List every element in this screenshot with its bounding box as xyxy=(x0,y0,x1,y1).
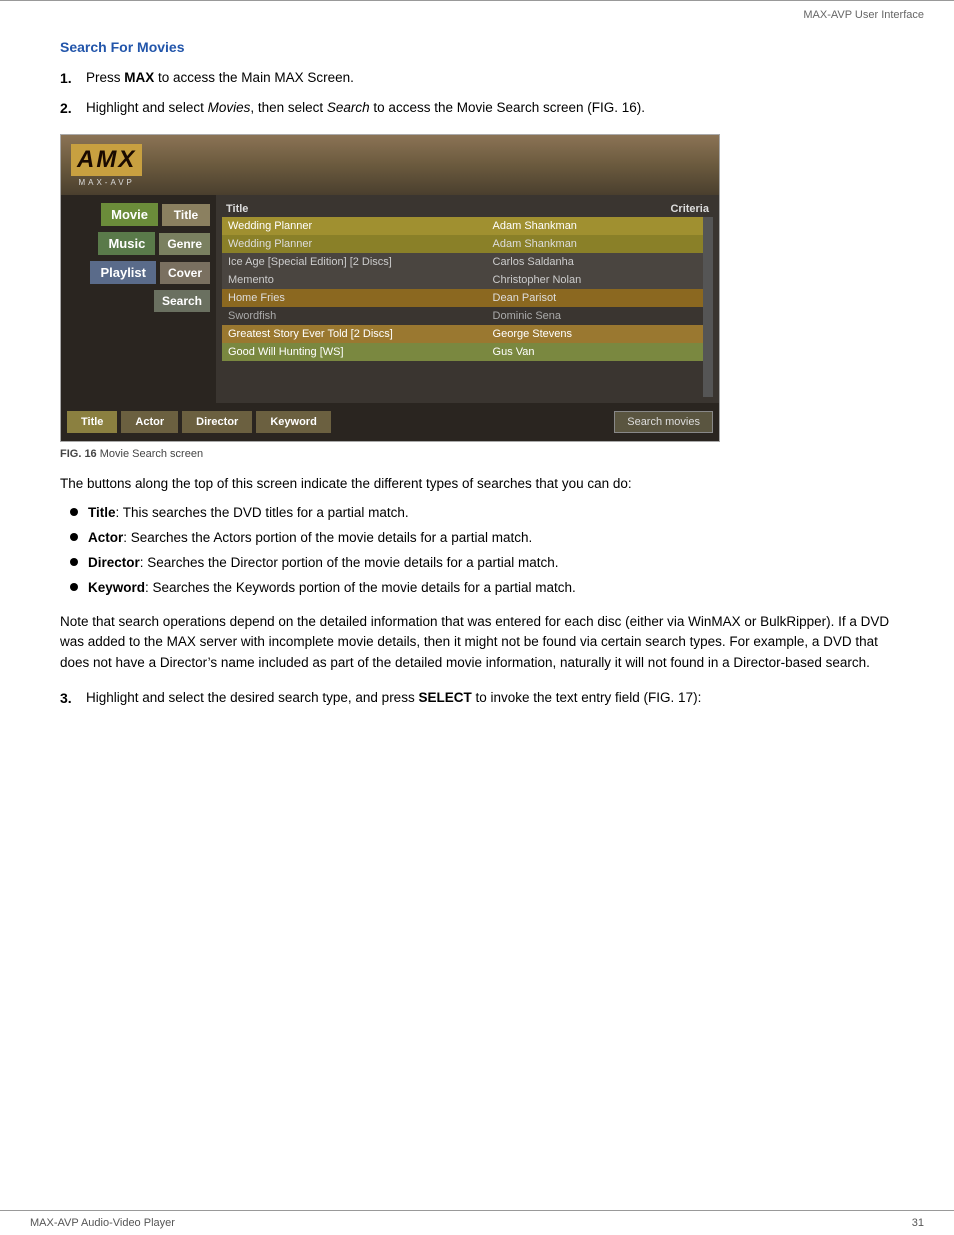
main-content: Search For Movies 1. Press MAX to access… xyxy=(0,29,954,744)
ui-body: Movie Title Music Genre Playlist Cover S… xyxy=(61,195,719,403)
search-button[interactable]: Search xyxy=(154,290,210,312)
keyword-search-btn[interactable]: Keyword xyxy=(256,411,330,433)
page-footer: MAX-AVP Audio-Video Player 31 xyxy=(0,1210,954,1235)
amx-logo-text: AMX xyxy=(71,144,142,176)
bullet-text: Director: Searches the Director portion … xyxy=(88,554,558,573)
step-3-content: Highlight and select the desired search … xyxy=(86,689,894,709)
step-2: 2. Highlight and select Movies, then sel… xyxy=(60,99,894,119)
bottom-buttons: Title Actor Director Keyword Search movi… xyxy=(61,403,719,441)
fig-label: FIG. 16 xyxy=(60,448,97,460)
step-1-after: to access the Main MAX Screen. xyxy=(154,70,354,85)
table-row[interactable]: Greatest Story Ever Told [2 Discs] Georg… xyxy=(222,325,703,343)
bullet-dot xyxy=(70,508,78,516)
bullet-text: Title: This searches the DVD titles for … xyxy=(88,504,409,523)
screenshot: AMX MAX-AVP Movie Title Music Genre Play… xyxy=(60,134,720,442)
director-search-btn[interactable]: Director xyxy=(182,411,252,433)
actor-search-btn[interactable]: Actor xyxy=(121,411,178,433)
bullet-dot xyxy=(70,533,78,541)
title-button[interactable]: Title xyxy=(162,204,210,226)
footer-right: 31 xyxy=(912,1217,924,1229)
left-sidebar: Movie Title Music Genre Playlist Cover S… xyxy=(61,195,216,403)
step-1-bold: MAX xyxy=(124,70,154,85)
amx-logo-wrapper: AMX MAX-AVP xyxy=(71,144,142,187)
movie-table: Wedding Planner Adam Shankman Wedding Pl… xyxy=(222,217,703,361)
movie-row: Movie Title xyxy=(67,203,210,226)
bullet-item: Director: Searches the Director portion … xyxy=(70,554,894,573)
table-row[interactable]: Wedding Planner Adam Shankman xyxy=(222,235,703,253)
footer-left: MAX-AVP Audio-Video Player xyxy=(30,1217,175,1229)
music-row: Music Genre xyxy=(67,232,210,255)
steps-list: 1. Press MAX to access the Main MAX Scre… xyxy=(60,69,894,118)
amx-header: AMX MAX-AVP xyxy=(61,135,719,195)
bullet-text: Actor: Searches the Actors portion of th… xyxy=(88,529,532,548)
step-2-content: Highlight and select Movies, then select… xyxy=(86,99,894,119)
fig-text: Movie Search screen xyxy=(100,448,203,460)
table-wrapper: Wedding Planner Adam Shankman Wedding Pl… xyxy=(222,217,713,397)
bullet-text: Keyword: Searches the Keywords portion o… xyxy=(88,579,576,598)
amx-max-avp: MAX-AVP xyxy=(78,178,134,187)
step-3: 3. Highlight and select the desired sear… xyxy=(60,689,894,709)
step-3-bold: SELECT xyxy=(418,690,471,705)
table-header: Title Criteria xyxy=(222,201,713,217)
movie-button[interactable]: Movie xyxy=(101,203,158,226)
step3-list: 3. Highlight and select the desired sear… xyxy=(60,689,894,709)
bullet-dot xyxy=(70,583,78,591)
page-header-title: MAX-AVP User Interface xyxy=(803,9,924,21)
step-3-num: 3. xyxy=(60,689,86,709)
table-row[interactable]: Swordfish Dominic Sena xyxy=(222,307,703,325)
table-scroll: Wedding Planner Adam Shankman Wedding Pl… xyxy=(222,217,703,397)
step-1: 1. Press MAX to access the Main MAX Scre… xyxy=(60,69,894,89)
bullet-item: Keyword: Searches the Keywords portion o… xyxy=(70,579,894,598)
table-row[interactable]: Home Fries Dean Parisot xyxy=(222,289,703,307)
table-row[interactable]: Good Will Hunting [WS] Gus Van xyxy=(222,343,703,361)
step-1-num: 1. xyxy=(60,69,86,89)
genre-button[interactable]: Genre xyxy=(159,233,210,255)
body-paragraph: The buttons along the top of this screen… xyxy=(60,474,894,494)
note-paragraph: Note that search operations depend on th… xyxy=(60,612,894,673)
playlist-button[interactable]: Playlist xyxy=(90,261,156,284)
table-row[interactable]: Memento Christopher Nolan xyxy=(222,271,703,289)
right-content: Title Criteria Wedding Planner Adam Shan… xyxy=(216,195,719,403)
step-2-italic1: Movies xyxy=(208,100,251,115)
bullet-dot xyxy=(70,558,78,566)
scrollbar[interactable] xyxy=(703,217,713,397)
bullet-list: Title: This searches the DVD titles for … xyxy=(70,504,894,598)
step-3-after: to invoke the text entry field (FIG. 17)… xyxy=(472,690,702,705)
step-2-italic2: Search xyxy=(327,100,370,115)
top-rule xyxy=(0,0,954,1)
bullet-item: Title: This searches the DVD titles for … xyxy=(70,504,894,523)
search-row: Search xyxy=(67,290,210,312)
table-row[interactable]: Wedding Planner Adam Shankman xyxy=(222,217,703,235)
section-heading: Search For Movies xyxy=(60,39,894,55)
fig-caption: FIG. 16 Movie Search screen xyxy=(60,448,894,460)
playlist-row: Playlist Cover xyxy=(67,261,210,284)
col-criteria: Criteria xyxy=(670,203,709,215)
step-2-num: 2. xyxy=(60,99,86,119)
table-row[interactable]: Ice Age [Special Edition] [2 Discs] Carl… xyxy=(222,253,703,271)
cover-button[interactable]: Cover xyxy=(160,262,210,284)
page-header: MAX-AVP User Interface xyxy=(0,5,954,29)
music-button[interactable]: Music xyxy=(98,232,155,255)
title-search-btn[interactable]: Title xyxy=(67,411,117,433)
col-title: Title xyxy=(226,203,248,215)
step-1-content: Press MAX to access the Main MAX Screen. xyxy=(86,69,894,89)
bullet-item: Actor: Searches the Actors portion of th… xyxy=(70,529,894,548)
search-movies-btn[interactable]: Search movies xyxy=(614,411,713,433)
